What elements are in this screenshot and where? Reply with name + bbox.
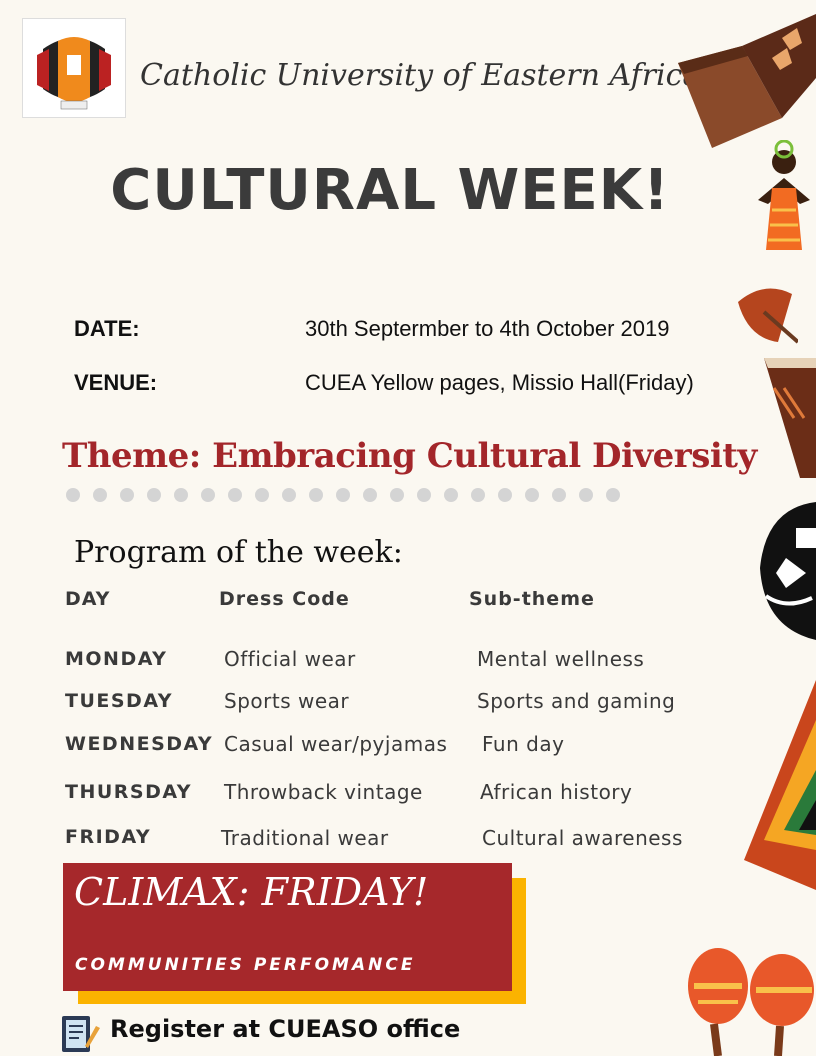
column-header-dress-code: Dress Code [219, 588, 350, 610]
row-dress-code: Sports wear [224, 689, 350, 713]
mask-illustration [760, 502, 816, 640]
venue-value: CUEA Yellow pages, Missio Hall(Friday) [305, 370, 694, 395]
registration-form-icon [62, 1016, 100, 1052]
program-heading: Program of the week: [74, 535, 403, 570]
row-sub-theme: Fun day [482, 732, 565, 756]
column-header-sub-theme: Sub-theme [469, 588, 595, 610]
venue-label: VENUE: [74, 370, 158, 395]
drum-illustration [678, 14, 816, 148]
row-dress-code: Casual wear/pyjamas [224, 732, 448, 756]
date-value: 30th Septermber to 4th October 2019 [305, 316, 670, 341]
climax-title: CLIMAX: FRIDAY! [74, 870, 429, 914]
row-day: THURSDAY [65, 781, 193, 803]
dot-divider [66, 488, 646, 502]
row-dress-code: Throwback vintage [224, 780, 423, 804]
row-sub-theme: Mental wellness [477, 647, 645, 671]
register-text: Register at CUEASO office [110, 1015, 461, 1043]
row-day: TUESDAY [65, 690, 173, 712]
row-sub-theme: Cultural awareness [482, 826, 683, 850]
fan-illustration [738, 288, 798, 344]
theme-heading: Theme: Embracing Cultural Diversity [62, 436, 757, 476]
university-logo [22, 18, 126, 118]
kente-illustration [744, 680, 816, 890]
university-name: Catholic University of Eastern Africa [140, 58, 701, 93]
date-label: DATE: [74, 316, 140, 341]
row-day: FRIDAY [65, 826, 152, 848]
drum2-illustration [764, 358, 816, 478]
row-sub-theme: Sports and gaming [477, 689, 676, 713]
row-dress-code: Official wear [224, 647, 356, 671]
row-day: WEDNESDAY [65, 733, 214, 755]
column-header-day: DAY [65, 588, 111, 610]
row-dress-code: Traditional wear [221, 826, 389, 850]
maracas-illustration [688, 948, 814, 1056]
row-day: MONDAY [65, 648, 168, 670]
row-sub-theme: African history [480, 780, 633, 804]
climax-subtitle: COMMUNITIES PERFOMANCE [75, 955, 416, 975]
page-title: CULTURAL WEEK! [110, 158, 670, 223]
